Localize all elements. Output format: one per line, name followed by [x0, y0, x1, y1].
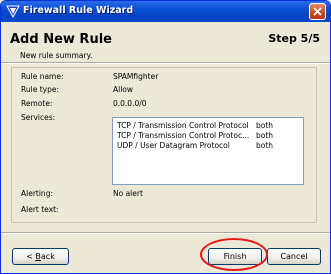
service-name: UDP / User Datagram Protocol — [117, 141, 230, 150]
list-item[interactable]: TCP / Transmission Control Protocol both — [117, 121, 301, 131]
alerting-label: Alerting: — [21, 189, 53, 198]
wizard-window: Firewall Rule Wizard Add New Rule Step 5… — [0, 0, 331, 274]
page-subtitle: New rule summary. — [20, 51, 93, 60]
footer-divider — [1, 232, 330, 234]
service-name: TCP / Transmission Control Protoc... — [117, 131, 250, 140]
remote-label: Remote: — [21, 99, 53, 108]
service-name: TCP / Transmission Control Protocol — [117, 121, 249, 130]
title-bar[interactable]: Firewall Rule Wizard — [1, 1, 330, 22]
service-direction: both — [256, 121, 274, 130]
close-button[interactable] — [309, 3, 326, 20]
service-direction: both — [256, 141, 274, 150]
header-divider — [1, 62, 330, 64]
rule-type-value: Allow — [113, 85, 134, 94]
services-label: Services: — [21, 113, 56, 122]
alerting-value: No alert — [113, 189, 143, 198]
alert-text-label: Alert text: — [21, 205, 59, 214]
wizard-content: Add New Rule Step 5/5 New rule summary. … — [1, 22, 330, 273]
page-title: Add New Rule — [10, 32, 112, 47]
list-item[interactable]: UDP / User Datagram Protocol both — [117, 141, 301, 151]
firewall-shield-icon — [6, 5, 20, 18]
services-list[interactable]: TCP / Transmission Control Protocol both… — [112, 117, 304, 185]
step-indicator: Step 5/5 — [268, 32, 320, 45]
back-button[interactable]: < Back — [12, 248, 69, 265]
service-direction: both — [256, 131, 274, 140]
back-label-rest: ack — [40, 252, 55, 261]
window-title: Firewall Rule Wizard — [23, 5, 134, 16]
rule-type-label: Rule type: — [21, 85, 59, 94]
cancel-button[interactable]: Cancel — [267, 248, 321, 265]
close-icon — [313, 7, 322, 16]
finish-button[interactable]: Finish — [208, 248, 262, 265]
rule-name-label: Rule name: — [21, 72, 64, 81]
rule-name-value: SPAMfighter — [113, 72, 159, 81]
remote-value: 0.0.0.0/0 — [113, 99, 147, 108]
summary-group: Rule name: SPAMfighter Rule type: Allow … — [11, 67, 317, 223]
list-item[interactable]: TCP / Transmission Control Protoc... bot… — [117, 131, 301, 141]
